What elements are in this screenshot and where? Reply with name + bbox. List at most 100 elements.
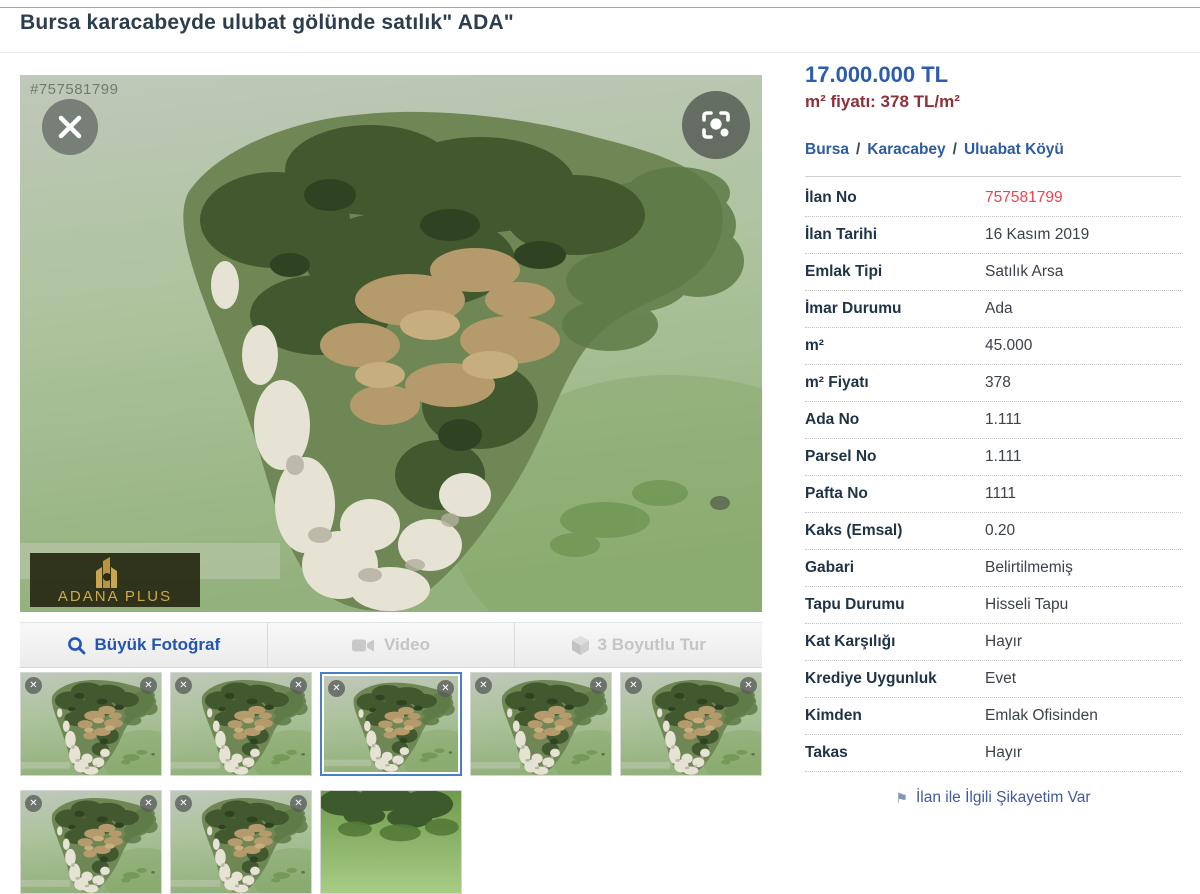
- details-label: m²: [805, 337, 985, 355]
- details-value: Evet: [985, 670, 1016, 688]
- details-label: Krediye Uygunluk: [805, 670, 985, 688]
- photo-thumbnail[interactable]: [320, 672, 462, 776]
- page-top-divider: [0, 7, 1200, 8]
- unit-price: m² fiyatı: 378 TL/m²: [805, 92, 960, 112]
- agency-watermark: ADANA PLUS: [30, 553, 200, 607]
- breadcrumb: Bursa/Karacabey/Uluabat Köyü: [805, 141, 1064, 159]
- details-value: 1.111: [985, 448, 1022, 466]
- thumb-close-icon[interactable]: [625, 677, 642, 694]
- agency-watermark-label: ADANA PLUS: [58, 589, 172, 604]
- details-value: 16 Kasım 2019: [985, 226, 1089, 244]
- photo-thumbnail[interactable]: [170, 672, 312, 776]
- thumbnail-strip-row-1: [20, 672, 762, 776]
- fullscreen-button[interactable]: [682, 91, 750, 159]
- details-value: Hisseli Tapu: [985, 596, 1068, 614]
- report-listing-link[interactable]: ⚑ İlan ile İlgili Şikayetim Var: [805, 789, 1181, 807]
- details-value: 0.20: [985, 522, 1015, 540]
- details-row: Emlak Tipi Satılık Arsa: [805, 254, 1181, 291]
- details-label: İlan Tarihi: [805, 226, 985, 244]
- magnifier-icon: [67, 636, 86, 655]
- details-row: Tapu Durumu Hisseli Tapu: [805, 587, 1181, 624]
- details-label: İmar Durumu: [805, 300, 985, 318]
- details-label: m² Fiyatı: [805, 374, 985, 392]
- cube-3d-icon: [572, 636, 589, 655]
- details-label: Kimden: [805, 707, 985, 725]
- details-value: 45.000: [985, 337, 1032, 355]
- details-value: Satılık Arsa: [985, 263, 1063, 281]
- thumb-close-icon[interactable]: [25, 795, 42, 812]
- details-label: Pafta No: [805, 485, 985, 503]
- thumb-close-icon[interactable]: [740, 677, 757, 694]
- close-button[interactable]: [42, 99, 98, 155]
- thumb-close-icon[interactable]: [175, 677, 192, 694]
- details-value: Belirtilmemiş: [985, 559, 1073, 577]
- details-row: Parsel No 1.111: [805, 439, 1181, 476]
- breadcrumb-link-city[interactable]: Bursa: [805, 141, 849, 158]
- details-value: 757581799: [985, 189, 1063, 207]
- details-label: Takas: [805, 744, 985, 762]
- details-value: 1.111: [985, 411, 1022, 429]
- breadcrumb-separator: /: [946, 141, 964, 158]
- details-label: Kat Karşılığı: [805, 633, 985, 651]
- details-row: İlan Tarihi 16 Kasım 2019: [805, 217, 1181, 254]
- thumb-close-icon[interactable]: [175, 795, 192, 812]
- breadcrumb-link-village[interactable]: Uluabat Köyü: [964, 141, 1064, 158]
- thumb-close-icon[interactable]: [290, 677, 307, 694]
- details-row: İmar Durumu Ada: [805, 291, 1181, 328]
- main-photo[interactable]: #757581799 ADANA PLUS: [20, 75, 762, 612]
- photo-thumbnail[interactable]: [20, 672, 162, 776]
- tab-video[interactable]: Video: [267, 623, 515, 667]
- photo-thumbnail[interactable]: [470, 672, 612, 776]
- thumbnail-image: [321, 791, 461, 893]
- details-value: 378: [985, 374, 1011, 392]
- flag-icon: ⚑: [895, 790, 908, 807]
- report-listing-label: İlan ile İlgili Şikayetim Var: [916, 789, 1091, 807]
- details-label: Ada No: [805, 411, 985, 429]
- details-label: Emlak Tipi: [805, 263, 985, 281]
- close-icon: [57, 114, 83, 140]
- thumb-close-icon[interactable]: [590, 677, 607, 694]
- tab-label: Büyük Fotoğraf: [95, 635, 221, 655]
- video-camera-icon: [352, 638, 375, 653]
- details-label: İlan No: [805, 189, 985, 207]
- details-label: Kaks (Emsal): [805, 522, 985, 540]
- details-value: Emlak Ofisinden: [985, 707, 1098, 725]
- photo-thumbnail[interactable]: [620, 672, 762, 776]
- thumb-close-icon[interactable]: [328, 680, 345, 697]
- details-label: Gabari: [805, 559, 985, 577]
- tab-label: Video: [384, 635, 430, 655]
- details-row: Pafta No 1111: [805, 476, 1181, 513]
- thumb-close-icon[interactable]: [437, 680, 454, 697]
- details-label: Parsel No: [805, 448, 985, 466]
- details-row: m² 45.000: [805, 328, 1181, 365]
- island-aerial-photo: [20, 75, 762, 612]
- thumb-close-icon[interactable]: [290, 795, 307, 812]
- title-divider: [0, 52, 1200, 53]
- details-row: Kaks (Emsal) 0.20: [805, 513, 1181, 550]
- listing-details-table: İlan No 757581799 İlan Tarihi 16 Kasım 2…: [805, 180, 1181, 772]
- photo-thumbnail[interactable]: [20, 790, 162, 894]
- details-value: Hayır: [985, 633, 1022, 651]
- fullscreen-icon: [699, 108, 733, 142]
- agency-building-icon: [88, 555, 126, 589]
- details-row: Krediye Uygunluk Evet: [805, 661, 1181, 698]
- price: 17.000.000 TL: [805, 62, 948, 88]
- photo-watermark-id: #757581799: [30, 81, 118, 98]
- breadcrumb-link-district[interactable]: Karacabey: [867, 141, 945, 158]
- thumb-close-icon[interactable]: [25, 677, 42, 694]
- details-label: Tapu Durumu: [805, 596, 985, 614]
- tab-3d-tour[interactable]: 3 Boyutlu Tur: [514, 623, 762, 667]
- tab-big-photo[interactable]: Büyük Fotoğraf: [20, 623, 267, 667]
- thumb-close-icon[interactable]: [475, 677, 492, 694]
- details-row: Gabari Belirtilmemiş: [805, 550, 1181, 587]
- details-row: Kimden Emlak Ofisinden: [805, 698, 1181, 735]
- photo-thumbnail[interactable]: [320, 790, 462, 894]
- details-value: Ada: [985, 300, 1013, 318]
- thumb-close-icon[interactable]: [140, 795, 157, 812]
- thumbnail-strip-row-2: [20, 790, 462, 894]
- details-row: Kat Karşılığı Hayır: [805, 624, 1181, 661]
- details-row: Ada No 1.111: [805, 402, 1181, 439]
- photo-thumbnail[interactable]: [170, 790, 312, 894]
- thumb-close-icon[interactable]: [140, 677, 157, 694]
- media-tab-bar: Büyük Fotoğraf Video 3 Boyutlu Tur: [20, 622, 762, 668]
